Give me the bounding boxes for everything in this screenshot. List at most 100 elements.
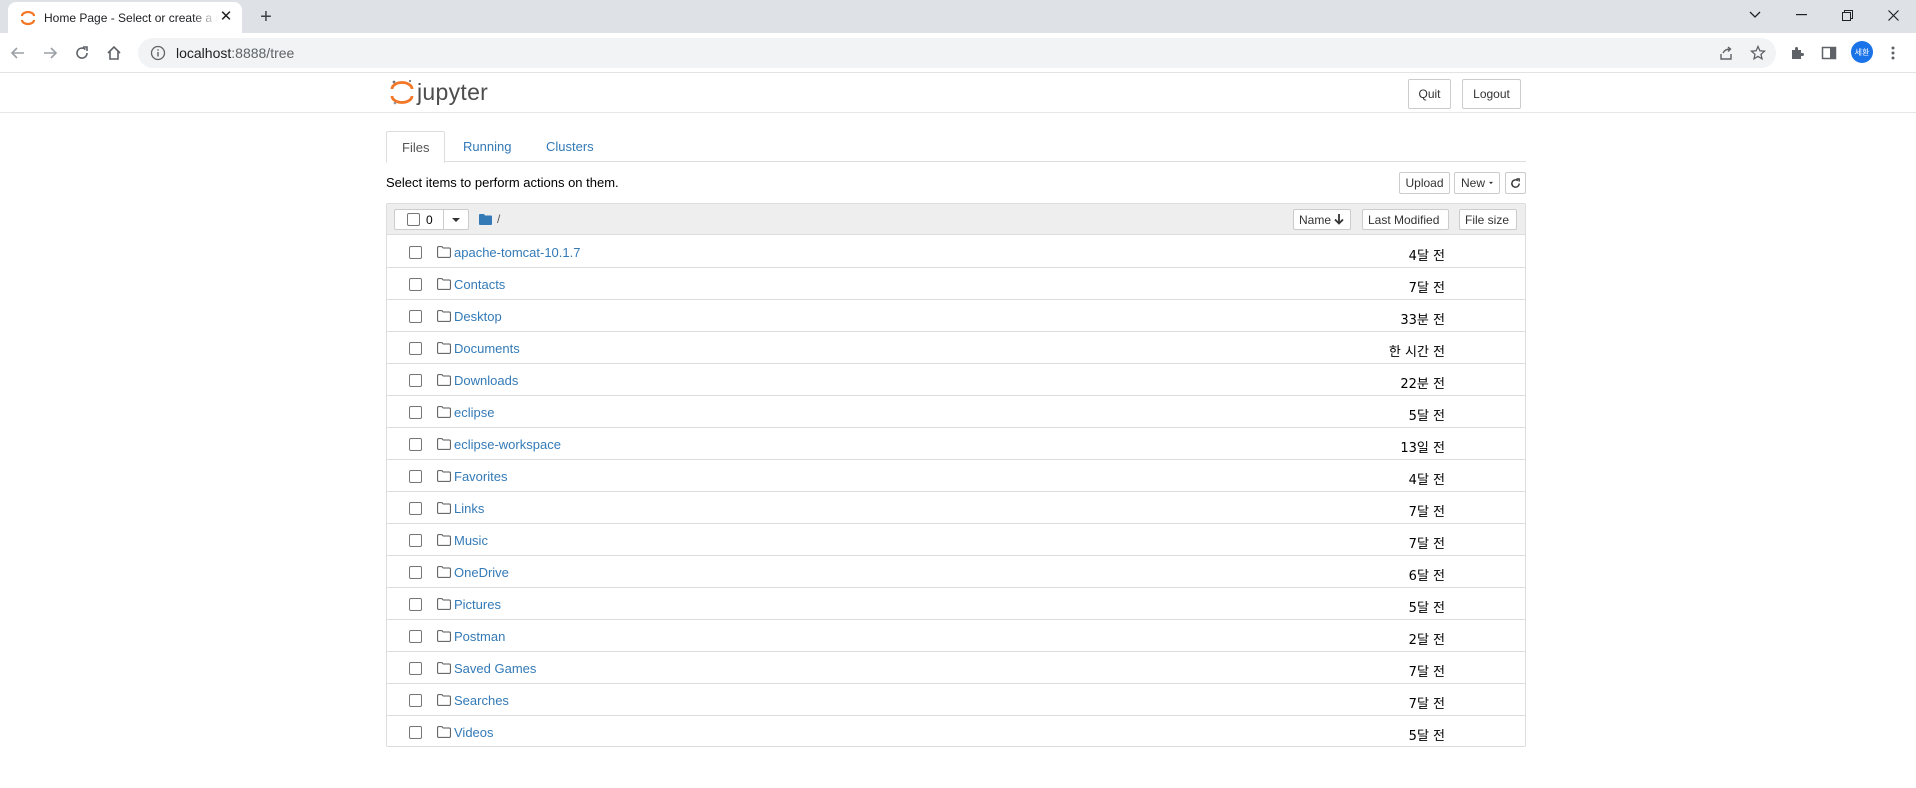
share-icon[interactable] xyxy=(1718,45,1734,61)
file-row[interactable]: Favorites 4달 전 xyxy=(387,460,1525,492)
selection-menu-button[interactable] xyxy=(444,209,469,230)
row-checkbox[interactable] xyxy=(409,726,422,739)
file-row[interactable]: Documents 한 시간 전 xyxy=(387,332,1525,364)
file-row[interactable]: Music 7달 전 xyxy=(387,524,1525,556)
tab-files[interactable]: Files xyxy=(386,131,446,163)
row-checkbox[interactable] xyxy=(409,566,422,579)
refresh-icon xyxy=(1511,177,1520,188)
file-row[interactable]: Downloads 22분 전 xyxy=(387,364,1525,396)
select-all-box[interactable]: 0 xyxy=(394,209,444,230)
name-column-label: Name xyxy=(1299,212,1332,227)
file-name-link[interactable]: Downloads xyxy=(454,373,518,388)
upload-button[interactable]: Upload xyxy=(1399,172,1450,194)
sort-by-name-button[interactable]: Name xyxy=(1293,209,1351,230)
select-all-checkbox[interactable] xyxy=(407,213,420,226)
file-name-link[interactable]: Desktop xyxy=(454,309,502,324)
row-checkbox[interactable] xyxy=(409,246,422,259)
logout-button[interactable]: Logout xyxy=(1462,79,1521,109)
profile-avatar[interactable]: 세환 xyxy=(1851,41,1873,63)
site-info-icon[interactable] xyxy=(150,45,166,61)
row-checkbox[interactable] xyxy=(409,630,422,643)
file-name-link[interactable]: Music xyxy=(454,533,488,548)
file-row[interactable]: Saved Games 7달 전 xyxy=(387,652,1525,684)
url-path: :8888/tree xyxy=(231,45,295,61)
restore-icon[interactable] xyxy=(1824,0,1870,30)
file-row[interactable]: Postman 2달 전 xyxy=(387,620,1525,652)
file-modified-time: 한 시간 전 xyxy=(1388,345,1445,360)
jupyter-logo-icon xyxy=(390,79,414,105)
file-row[interactable]: Links 7달 전 xyxy=(387,492,1525,524)
file-name-link[interactable]: Contacts xyxy=(454,277,505,292)
breadcrumb-root[interactable]: / xyxy=(497,212,500,226)
row-checkbox[interactable] xyxy=(409,694,422,707)
row-checkbox[interactable] xyxy=(409,470,422,483)
folder-icon xyxy=(437,662,451,674)
file-name-link[interactable]: Videos xyxy=(454,725,494,740)
file-row[interactable]: Desktop 33분 전 xyxy=(387,300,1525,332)
forward-arrow-icon[interactable] xyxy=(38,41,62,65)
file-name-link[interactable]: eclipse-workspace xyxy=(454,437,561,452)
file-modified-time: 5달 전 xyxy=(1408,729,1445,744)
close-window-icon[interactable] xyxy=(1870,0,1916,30)
back-arrow-icon[interactable] xyxy=(6,41,30,65)
row-checkbox[interactable] xyxy=(409,406,422,419)
file-name-link[interactable]: Documents xyxy=(454,341,520,356)
row-checkbox[interactable] xyxy=(409,310,422,323)
file-modified-time: 7달 전 xyxy=(1408,505,1445,520)
row-checkbox[interactable] xyxy=(409,438,422,451)
row-checkbox[interactable] xyxy=(409,662,422,675)
file-row[interactable]: OneDrive 6달 전 xyxy=(387,556,1525,588)
extensions-puzzle-icon[interactable] xyxy=(1786,42,1808,64)
file-row[interactable]: Pictures 5달 전 xyxy=(387,588,1525,620)
minimize-icon[interactable] xyxy=(1778,0,1824,30)
file-row[interactable]: eclipse-workspace 13일 전 xyxy=(387,428,1525,460)
file-row[interactable]: eclipse 5달 전 xyxy=(387,396,1525,428)
file-name-link[interactable]: OneDrive xyxy=(454,565,509,580)
breadcrumb[interactable]: / xyxy=(479,212,500,226)
row-checkbox[interactable] xyxy=(409,534,422,547)
row-checkbox[interactable] xyxy=(409,502,422,515)
file-name-link[interactable]: apache-tomcat-10.1.7 xyxy=(454,245,580,260)
row-checkbox[interactable] xyxy=(409,342,422,355)
file-name-link[interactable]: Favorites xyxy=(454,469,507,484)
file-row[interactable]: Contacts 7달 전 xyxy=(387,268,1525,300)
new-dropdown-button[interactable]: New xyxy=(1454,172,1500,194)
side-panel-icon[interactable] xyxy=(1818,42,1840,64)
reload-icon[interactable] xyxy=(70,41,94,65)
file-name-link[interactable]: Postman xyxy=(454,629,505,644)
row-checkbox[interactable] xyxy=(409,598,422,611)
browser-tab[interactable]: Home Page - Select or create a notebook … xyxy=(8,2,242,33)
quit-button[interactable]: Quit xyxy=(1408,79,1451,109)
tab-running[interactable]: Running xyxy=(448,131,526,162)
file-name-link[interactable]: Pictures xyxy=(454,597,501,612)
bookmark-star-icon[interactable] xyxy=(1750,45,1766,61)
folder-icon xyxy=(437,566,451,578)
folder-icon xyxy=(437,694,451,706)
browser-toolbar: localhost:8888/tree 세환 xyxy=(0,33,1916,73)
url-text: localhost:8888/tree xyxy=(176,45,294,61)
tab-clusters[interactable]: Clusters xyxy=(531,131,609,162)
sort-by-file-size-button[interactable]: File size xyxy=(1459,209,1517,230)
tab-search-chevron-down-icon[interactable] xyxy=(1732,0,1778,30)
folder-icon xyxy=(437,374,451,386)
browser-tab-strip: Home Page - Select or create a notebook … xyxy=(0,0,1916,33)
file-row[interactable]: Videos 5달 전 xyxy=(387,716,1525,748)
sort-by-last-modified-button[interactable]: Last Modified xyxy=(1362,209,1449,230)
file-row[interactable]: Searches 7달 전 xyxy=(387,684,1525,716)
file-row[interactable]: apache-tomcat-10.1.7 4달 전 xyxy=(387,236,1525,268)
row-checkbox[interactable] xyxy=(409,278,422,291)
kebab-menu-icon[interactable] xyxy=(1882,42,1904,64)
file-name-link[interactable]: eclipse xyxy=(454,405,494,420)
file-name-link[interactable]: Searches xyxy=(454,693,509,708)
new-tab-button[interactable]: + xyxy=(254,5,278,29)
close-tab-icon[interactable]: ✕ xyxy=(218,9,234,25)
refresh-button[interactable] xyxy=(1505,172,1526,194)
file-name-link[interactable]: Links xyxy=(454,501,484,516)
row-checkbox[interactable] xyxy=(409,374,422,387)
jupyter-header: jupyter Quit Logout xyxy=(0,73,1916,113)
jupyter-favicon-icon xyxy=(20,10,36,26)
jupyter-logo[interactable]: jupyter xyxy=(390,77,488,107)
home-icon[interactable] xyxy=(102,41,126,65)
address-bar[interactable]: localhost:8888/tree xyxy=(138,38,1776,68)
file-name-link[interactable]: Saved Games xyxy=(454,661,536,676)
